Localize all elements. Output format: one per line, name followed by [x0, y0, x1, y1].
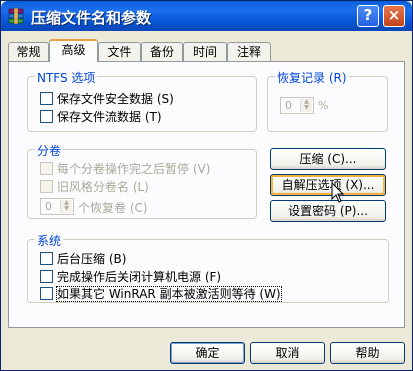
cancel-button[interactable]: 取消 — [250, 342, 325, 364]
checkbox-label: 旧风格分卷名 (L) — [57, 180, 149, 194]
recovery-record-legend: 恢复记录 (R) — [275, 69, 349, 86]
checkbox-box[interactable] — [40, 162, 53, 175]
tab-general[interactable]: 常规 — [8, 42, 49, 61]
help-button[interactable]: 帮助 — [330, 342, 405, 364]
ok-button[interactable]: 确定 — [170, 342, 245, 364]
recovery-record-group: 恢复记录 (R) 0 ▲ ▼ % — [267, 69, 388, 132]
tab-backup[interactable]: 备份 — [141, 42, 183, 61]
spinner-arrows-icon[interactable]: ▲ ▼ — [300, 99, 312, 112]
sfx-options-button[interactable]: 自解压选项 (X)... — [270, 174, 386, 196]
window-title: 压缩文件名和参数 — [31, 9, 152, 27]
advanced-tab-page: NTFS 选项 保存文件安全数据 (S) 保存文件流数据 (T) 恢复记录 (R… — [8, 61, 405, 328]
recovery-volumes-value: 0 — [45, 200, 52, 213]
system-legend: 系统 — [35, 232, 64, 249]
checkbox-box[interactable] — [40, 110, 53, 123]
mouse-pointer-icon — [331, 182, 345, 203]
help-title-button[interactable]: ? — [357, 5, 379, 27]
recovery-volumes-label: 个恢复卷 (C) — [78, 201, 148, 215]
tab-files[interactable]: 文件 — [98, 42, 141, 61]
set-password-button[interactable]: 设置密码 (P)... — [270, 200, 386, 222]
checkbox-box[interactable] — [40, 270, 53, 283]
close-button[interactable]: × — [383, 5, 405, 27]
ntfs-options-legend: NTFS 选项 — [35, 69, 98, 86]
checkbox-label: 保存文件流数据 (T) — [57, 110, 162, 124]
checkbox-label: 完成操作后关闭计算机电源 (F) — [57, 270, 222, 284]
recovery-volumes-spinner[interactable]: 0 ▲ ▼ — [40, 198, 74, 215]
recovery-record-spinner[interactable]: 0 ▲ ▼ — [280, 97, 314, 114]
compression-button[interactable]: 压缩 (C)... — [270, 148, 386, 170]
spinner-arrows-icon[interactable]: ▲ ▼ — [60, 200, 72, 213]
system-group: 系统 后台压缩 (B) 完成操作后关闭计算机电源 (F) 如果其它 WinRAR… — [27, 232, 389, 303]
tab-time[interactable]: 时间 — [183, 42, 227, 61]
tab-comment[interactable]: 注释 — [227, 42, 271, 61]
title-bar[interactable]: 压缩文件名和参数 ? × — [1, 1, 412, 31]
checkbox-label: 保存文件安全数据 (S) — [57, 92, 174, 106]
checkbox-box[interactable] — [40, 180, 53, 193]
winrar-app-icon — [8, 7, 24, 25]
recovery-record-value: 0 — [285, 99, 292, 112]
checkbox-label: 每个分卷操作完之后暂停 (V) — [57, 162, 211, 176]
volumes-group: 分卷 每个分卷操作完之后暂停 (V) 旧风格分卷名 (L) 0 ▲ ▼ 个恢复卷 … — [27, 142, 257, 219]
recovery-unit: % — [318, 99, 329, 112]
dialog-window: 压缩文件名和参数 ? × 常规 高级 文件 备份 时间 注释 NTFS 选项 保… — [0, 0, 413, 371]
checkbox-label: 如果其它 WinRAR 副本被激活则等待 (W) — [56, 286, 282, 302]
ntfs-options-group: NTFS 选项 保存文件安全数据 (S) 保存文件流数据 (T) — [27, 69, 257, 132]
checkbox-label: 后台压缩 (B) — [57, 252, 127, 266]
volumes-legend: 分卷 — [35, 142, 64, 159]
checkbox-box[interactable] — [40, 92, 53, 105]
checkbox-box[interactable] — [40, 287, 53, 300]
tab-advanced[interactable]: 高级 — [49, 39, 98, 62]
checkbox-box[interactable] — [40, 252, 53, 265]
